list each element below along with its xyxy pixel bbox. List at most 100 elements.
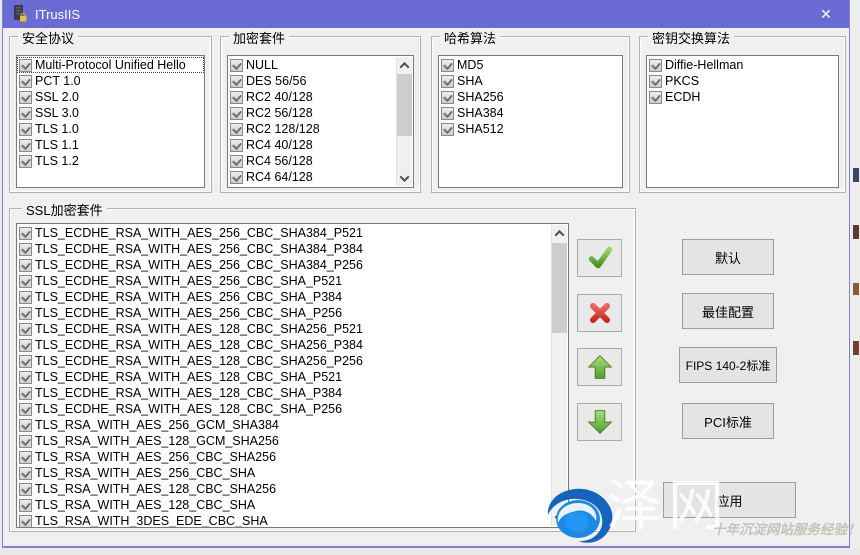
checkbox-checked-icon[interactable] bbox=[19, 467, 32, 480]
checkbox-checked-icon[interactable] bbox=[441, 107, 454, 120]
checkbox-checked-icon[interactable] bbox=[230, 171, 243, 184]
checkbox-checked-icon[interactable] bbox=[19, 59, 32, 72]
checkbox-checked-icon[interactable] bbox=[230, 187, 243, 189]
checkbox-checked-icon[interactable] bbox=[19, 355, 32, 368]
list-item[interactable]: TLS_ECDHE_RSA_WITH_AES_128_CBC_SHA_P521 bbox=[17, 369, 550, 385]
list-item[interactable]: TLS_ECDHE_RSA_WITH_AES_256_CBC_SHA_P384 bbox=[17, 289, 550, 305]
checkbox-checked-icon[interactable] bbox=[230, 91, 243, 104]
list-item[interactable]: TLS_RSA_WITH_3DES_EDE_CBC_SHA bbox=[17, 513, 550, 528]
list-item[interactable]: TLS_RSA_WITH_AES_256_CBC_SHA bbox=[17, 465, 550, 481]
list-item[interactable]: RC4 64/128 bbox=[228, 169, 396, 185]
checkbox-checked-icon[interactable] bbox=[19, 403, 32, 416]
list-item[interactable]: TLS_ECDHE_RSA_WITH_AES_256_CBC_SHA_P521 bbox=[17, 273, 550, 289]
security-protocols-list[interactable]: Multi-Protocol Unified Hello PCT 1.0 SSL… bbox=[16, 55, 205, 188]
checkbox-checked-icon[interactable] bbox=[19, 275, 32, 288]
list-item[interactable]: TLS_ECDHE_RSA_WITH_AES_256_CBC_SHA384_P3… bbox=[17, 241, 550, 257]
list-item[interactable]: TLS 1.2 bbox=[17, 153, 204, 169]
list-item[interactable]: TLS_ECDHE_RSA_WITH_AES_128_CBC_SHA256_P5… bbox=[17, 321, 550, 337]
list-item[interactable]: TLS 1.0 bbox=[17, 121, 204, 137]
scroll-up-button[interactable] bbox=[552, 225, 567, 241]
hash-algorithms-list[interactable]: MD5 SHA SHA256 bbox=[438, 55, 623, 188]
list-item[interactable]: TLS_ECDHE_RSA_WITH_AES_256_CBC_SHA384_P2… bbox=[17, 257, 550, 273]
list-item[interactable]: Diffie-Hellman bbox=[647, 57, 838, 73]
fips-standard-button[interactable]: FIPS 140-2标准 bbox=[679, 347, 777, 383]
list-item[interactable]: SHA bbox=[439, 73, 622, 89]
scrollbar[interactable] bbox=[396, 57, 412, 186]
list-item[interactable]: PKCS bbox=[647, 73, 838, 89]
list-item[interactable]: SSL 3.0 bbox=[17, 105, 204, 121]
checkbox-checked-icon[interactable] bbox=[441, 59, 454, 72]
checkbox-checked-icon[interactable] bbox=[19, 435, 32, 448]
ssl-cipher-suites-list[interactable]: TLS_ECDHE_RSA_WITH_AES_256_CBC_SHA384_P5… bbox=[16, 223, 569, 528]
list-item[interactable]: Multi-Protocol Unified Hello bbox=[17, 57, 204, 73]
list-item[interactable]: RC2 128/128 bbox=[228, 121, 396, 137]
default-button[interactable]: 默认 bbox=[682, 239, 774, 275]
list-item[interactable]: RC4 40/128 bbox=[228, 137, 396, 153]
close-icon[interactable]: ✕ bbox=[803, 0, 849, 28]
list-item[interactable]: NULL bbox=[228, 57, 396, 73]
checkbox-checked-icon[interactable] bbox=[19, 107, 32, 120]
scroll-up-button[interactable] bbox=[397, 57, 412, 73]
checkbox-checked-icon[interactable] bbox=[19, 515, 32, 528]
list-item[interactable]: TLS_ECDHE_RSA_WITH_AES_256_CBC_SHA384_P5… bbox=[17, 225, 550, 241]
list-item[interactable]: RC4 128/128 bbox=[228, 185, 396, 188]
list-item[interactable]: DES 56/56 bbox=[228, 73, 396, 89]
apply-button[interactable]: 应用 bbox=[663, 482, 796, 518]
checkbox-checked-icon[interactable] bbox=[19, 371, 32, 384]
checkbox-checked-icon[interactable] bbox=[230, 139, 243, 152]
move-up-button[interactable] bbox=[577, 348, 622, 386]
checkbox-checked-icon[interactable] bbox=[649, 91, 662, 104]
checkbox-checked-icon[interactable] bbox=[19, 307, 32, 320]
list-item[interactable]: TLS_ECDHE_RSA_WITH_AES_256_CBC_SHA_P256 bbox=[17, 305, 550, 321]
checkbox-checked-icon[interactable] bbox=[19, 339, 32, 352]
list-item[interactable]: RC2 56/128 bbox=[228, 105, 396, 121]
list-item[interactable]: SSL 2.0 bbox=[17, 89, 204, 105]
list-item[interactable]: TLS 1.1 bbox=[17, 137, 204, 153]
scrollbar-thumb[interactable] bbox=[397, 74, 412, 136]
list-item[interactable]: TLS_ECDHE_RSA_WITH_AES_128_CBC_SHA256_P2… bbox=[17, 353, 550, 369]
titlebar[interactable]: ITrusIIS ✕ bbox=[3, 0, 849, 28]
confirm-button[interactable] bbox=[577, 239, 622, 277]
remove-button[interactable] bbox=[577, 294, 622, 332]
checkbox-checked-icon[interactable] bbox=[19, 419, 32, 432]
checkbox-checked-icon[interactable] bbox=[441, 91, 454, 104]
key-exchange-list[interactable]: Diffie-Hellman PKCS ECDH bbox=[646, 55, 839, 188]
checkbox-checked-icon[interactable] bbox=[230, 107, 243, 120]
checkbox-checked-icon[interactable] bbox=[19, 75, 32, 88]
checkbox-checked-icon[interactable] bbox=[19, 259, 32, 272]
scrollbar[interactable] bbox=[551, 225, 567, 526]
checkbox-checked-icon[interactable] bbox=[649, 75, 662, 88]
checkbox-checked-icon[interactable] bbox=[230, 59, 243, 72]
checkbox-checked-icon[interactable] bbox=[441, 75, 454, 88]
scrollbar-thumb[interactable] bbox=[552, 243, 567, 333]
list-item[interactable]: SHA512 bbox=[439, 121, 622, 137]
scroll-down-button[interactable] bbox=[552, 510, 567, 526]
best-config-button[interactable]: 最佳配置 bbox=[682, 293, 774, 329]
cipher-suites-list[interactable]: NULL DES 56/56 RC2 40/128 bbox=[227, 55, 414, 188]
checkbox-checked-icon[interactable] bbox=[19, 499, 32, 512]
checkbox-checked-icon[interactable] bbox=[230, 155, 243, 168]
move-down-button[interactable] bbox=[577, 403, 622, 441]
list-item[interactable]: ECDH bbox=[647, 89, 838, 105]
list-item[interactable]: RC4 56/128 bbox=[228, 153, 396, 169]
checkbox-checked-icon[interactable] bbox=[19, 155, 32, 168]
checkbox-checked-icon[interactable] bbox=[19, 451, 32, 464]
checkbox-checked-icon[interactable] bbox=[649, 59, 662, 72]
checkbox-checked-icon[interactable] bbox=[19, 323, 32, 336]
checkbox-checked-icon[interactable] bbox=[19, 291, 32, 304]
list-item[interactable]: TLS_ECDHE_RSA_WITH_AES_128_CBC_SHA256_P3… bbox=[17, 337, 550, 353]
list-item[interactable]: RC2 40/128 bbox=[228, 89, 396, 105]
checkbox-checked-icon[interactable] bbox=[19, 139, 32, 152]
list-item[interactable]: TLS_RSA_WITH_AES_256_CBC_SHA256 bbox=[17, 449, 550, 465]
checkbox-checked-icon[interactable] bbox=[19, 227, 32, 240]
checkbox-checked-icon[interactable] bbox=[230, 75, 243, 88]
list-item[interactable]: MD5 bbox=[439, 57, 622, 73]
list-item[interactable]: SHA256 bbox=[439, 89, 622, 105]
checkbox-checked-icon[interactable] bbox=[441, 123, 454, 136]
list-item[interactable]: SHA384 bbox=[439, 105, 622, 121]
list-item[interactable]: TLS_ECDHE_RSA_WITH_AES_128_CBC_SHA_P256 bbox=[17, 401, 550, 417]
checkbox-checked-icon[interactable] bbox=[19, 91, 32, 104]
list-item[interactable]: TLS_RSA_WITH_AES_128_CBC_SHA bbox=[17, 497, 550, 513]
list-item[interactable]: PCT 1.0 bbox=[17, 73, 204, 89]
checkbox-checked-icon[interactable] bbox=[19, 243, 32, 256]
